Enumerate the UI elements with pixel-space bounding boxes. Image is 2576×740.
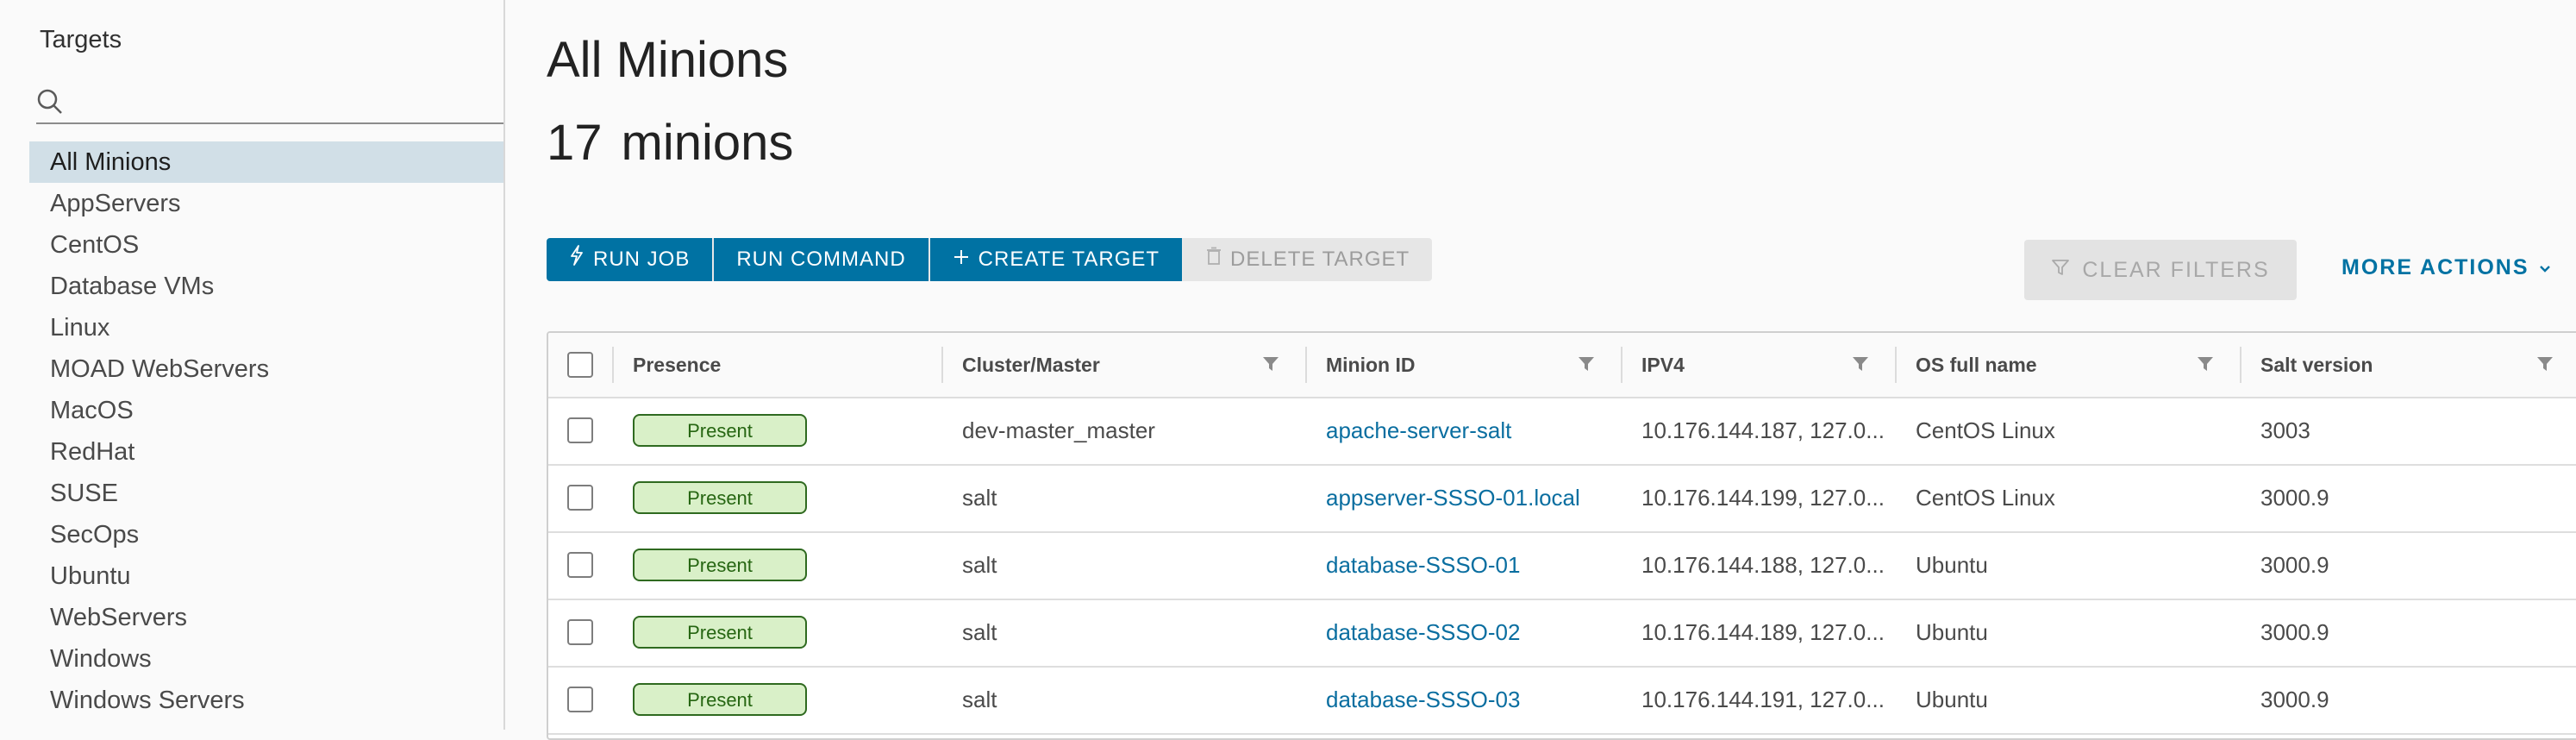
- page-title: All Minions: [547, 32, 789, 88]
- target-item-moad-webservers[interactable]: MOAD WebServers: [29, 348, 503, 390]
- os-cell: Ubuntu: [1916, 551, 1988, 578]
- presence-badge: Present: [633, 549, 807, 581]
- target-item-secops[interactable]: SecOps: [29, 514, 503, 555]
- filter-icon[interactable]: [1262, 355, 1279, 373]
- plus-icon: [953, 238, 970, 281]
- target-item-suse[interactable]: SUSE: [29, 473, 503, 514]
- column-header-os-full-name[interactable]: OS full name: [1916, 333, 2037, 397]
- trash-icon: [1206, 238, 1222, 281]
- cluster-master-cell: dev-master_master: [962, 417, 1155, 443]
- minion-count-number: 17: [547, 115, 603, 171]
- filter-icon[interactable]: [1852, 355, 1869, 373]
- presence-badge: Present: [633, 481, 807, 514]
- search-box[interactable]: [36, 81, 503, 124]
- ipv4-cell: 10.176.144.187, 127.0...: [1641, 417, 1883, 443]
- target-item-windows-servers[interactable]: Windows Servers: [29, 680, 503, 721]
- sidebar-title: Targets: [40, 26, 122, 53]
- target-item-centos[interactable]: CentOS: [29, 224, 503, 266]
- filter-icon[interactable]: [2536, 355, 2554, 373]
- target-item-all-minions[interactable]: All Minions: [29, 141, 503, 183]
- os-cell: Ubuntu: [1916, 618, 1988, 645]
- os-cell: Ubuntu: [1916, 686, 1988, 712]
- minion-count-label: minions: [621, 115, 794, 171]
- target-item-appservers[interactable]: AppServers: [29, 183, 503, 224]
- filter-icon[interactable]: [2197, 355, 2214, 373]
- column-header-salt-version[interactable]: Salt version: [2260, 333, 2373, 397]
- filter-icon: [2051, 258, 2070, 283]
- table-header: Presence Cluster/Master Minion ID IPV4 O…: [548, 333, 2576, 398]
- run-command-button[interactable]: RUN COMMAND: [714, 238, 930, 281]
- target-item-database-vms[interactable]: Database VMs: [29, 266, 503, 307]
- row-checkbox[interactable]: [567, 417, 593, 443]
- column-header-ipv4[interactable]: IPV4: [1641, 333, 1685, 397]
- clear-filters-button[interactable]: CLEAR FILTERS: [2024, 240, 2297, 300]
- minion-id-link[interactable]: apache-server-salt: [1326, 397, 1511, 464]
- select-all-checkbox-cell: [567, 333, 593, 397]
- minion-id-link[interactable]: database-SSSO-03: [1326, 666, 1520, 733]
- cluster-master-cell: salt: [962, 484, 997, 511]
- minion-count: 17 minions: [547, 114, 793, 172]
- presence-badge: Present: [633, 683, 807, 716]
- chevron-down-icon: [2538, 255, 2552, 280]
- main-content: All Minions 17 minions RUN JOB RUN COMMAN…: [505, 0, 2576, 740]
- ipv4-cell: 10.176.144.191, 127.0...: [1641, 686, 1883, 712]
- run-command-label: RUN COMMAND: [736, 248, 906, 271]
- salt-version-cell: 3000.9: [2260, 484, 2329, 511]
- search-icon: [37, 89, 62, 114]
- row-checkbox[interactable]: [567, 619, 593, 645]
- table-row: Present salt database-SSSO-02 10.176.144…: [548, 599, 2576, 668]
- cluster-master-cell: salt: [962, 551, 997, 578]
- salt-version-cell: 3000.9: [2260, 686, 2329, 712]
- search-input[interactable]: [74, 85, 500, 119]
- minions-table: Presence Cluster/Master Minion ID IPV4 O…: [547, 331, 2576, 740]
- column-header-presence[interactable]: Presence: [633, 333, 721, 397]
- target-item-webservers[interactable]: WebServers: [29, 597, 503, 638]
- os-cell: CentOS Linux: [1916, 417, 2055, 443]
- filter-icon[interactable]: [1578, 355, 1595, 373]
- salt-version-cell: 3000.9: [2260, 551, 2329, 578]
- action-buttons: RUN JOB RUN COMMAND CREATE TARGET DELETE…: [547, 238, 1433, 281]
- ipv4-cell: 10.176.144.189, 127.0...: [1641, 618, 1883, 645]
- target-item-macos[interactable]: MacOS: [29, 390, 503, 431]
- run-job-label: RUN JOB: [593, 248, 691, 271]
- target-list: All Minions AppServers CentOS Database V…: [29, 141, 503, 721]
- cluster-master-cell: salt: [962, 686, 997, 712]
- select-all-checkbox[interactable]: [567, 352, 593, 378]
- target-item-redhat[interactable]: RedHat: [29, 431, 503, 473]
- create-target-button[interactable]: CREATE TARGET: [929, 238, 1185, 281]
- lightning-icon: [569, 238, 585, 281]
- table-row: Present salt database-SSSO-03 10.176.144…: [548, 666, 2576, 735]
- row-checkbox[interactable]: [567, 485, 593, 511]
- more-actions-label: MORE ACTIONS: [2342, 255, 2529, 279]
- column-header-minion-id[interactable]: Minion ID: [1326, 333, 1415, 397]
- run-job-button[interactable]: RUN JOB: [547, 238, 715, 281]
- more-actions-button[interactable]: MORE ACTIONS: [2342, 255, 2552, 280]
- target-item-ubuntu[interactable]: Ubuntu: [29, 555, 503, 597]
- row-checkbox[interactable]: [567, 552, 593, 578]
- clear-filters-label: CLEAR FILTERS: [2082, 257, 2270, 282]
- row-checkbox[interactable]: [567, 687, 593, 712]
- targets-sidebar: Targets All Minions AppServers CentOS Da…: [0, 0, 505, 730]
- table-row: Present dev-master_master apache-server-…: [548, 397, 2576, 466]
- os-cell: CentOS Linux: [1916, 484, 2055, 511]
- delete-target-label: DELETE TARGET: [1230, 248, 1410, 271]
- ipv4-cell: 10.176.144.199, 127.0...: [1641, 484, 1883, 511]
- salt-version-cell: 3000.9: [2260, 618, 2329, 645]
- table-row: Present salt database-SSSO-01 10.176.144…: [548, 531, 2576, 600]
- ipv4-cell: 10.176.144.188, 127.0...: [1641, 551, 1883, 578]
- minion-id-link[interactable]: appserver-SSSO-01.local: [1326, 464, 1580, 531]
- presence-badge: Present: [633, 616, 807, 649]
- minion-id-link[interactable]: database-SSSO-01: [1326, 531, 1520, 599]
- delete-target-button[interactable]: DELETE TARGET: [1184, 238, 1433, 281]
- column-header-cluster-master[interactable]: Cluster/Master: [962, 333, 1100, 397]
- salt-version-cell: 3003: [2260, 417, 2310, 443]
- create-target-label: CREATE TARGET: [978, 248, 1160, 271]
- target-item-windows[interactable]: Windows: [29, 638, 503, 680]
- presence-badge: Present: [633, 414, 807, 447]
- target-item-linux[interactable]: Linux: [29, 307, 503, 348]
- table-row: Present salt appserver-SSSO-01.local 10.…: [548, 464, 2576, 533]
- minion-id-link[interactable]: database-SSSO-02: [1326, 599, 1520, 666]
- cluster-master-cell: salt: [962, 618, 997, 645]
